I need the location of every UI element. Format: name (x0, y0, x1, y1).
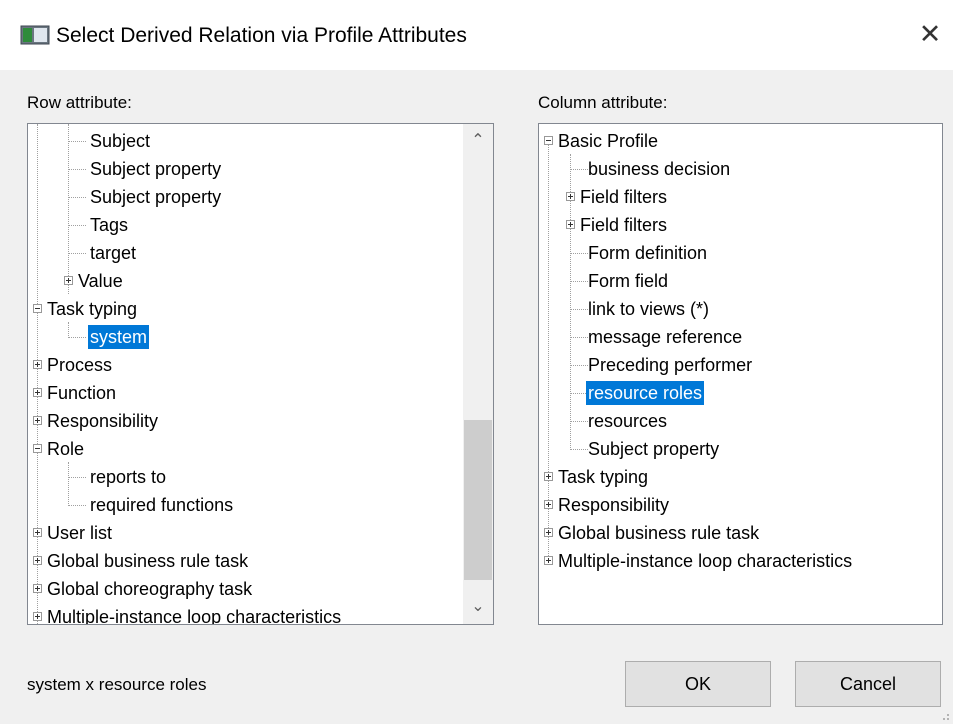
tree-item[interactable]: User list (45, 521, 114, 545)
tree-item[interactable]: Subject property (586, 437, 721, 461)
expand-plus-icon[interactable] (544, 528, 553, 537)
expand-plus-icon[interactable] (33, 416, 42, 425)
expand-plus-icon[interactable] (544, 500, 553, 509)
row-attribute-label: Row attribute: (27, 93, 132, 112)
scroll-thumb[interactable] (464, 420, 492, 580)
tree-item[interactable]: Responsibility (556, 493, 671, 517)
expand-plus-icon[interactable] (33, 388, 42, 397)
tree-item[interactable]: reports to (88, 465, 168, 489)
tree-item[interactable]: Field filters (578, 185, 669, 209)
tree-item[interactable]: Responsibility (45, 409, 160, 433)
expand-plus-icon[interactable] (33, 528, 42, 537)
row-attribute-tree[interactable]: Subject Subject property Subject propert… (27, 123, 494, 625)
tree-item[interactable]: Subject property (88, 157, 223, 181)
expand-plus-icon[interactable] (566, 220, 575, 229)
tree-item-selected[interactable]: system (88, 325, 150, 349)
tree-item[interactable]: Subject property (88, 185, 223, 209)
tree-item[interactable]: link to views (*) (586, 297, 711, 321)
tree-item[interactable]: Subject (88, 129, 152, 153)
dialog-title: Select Derived Relation via Profile Attr… (56, 24, 467, 47)
ok-button[interactable]: OK (625, 661, 771, 707)
tree-item[interactable]: Role (45, 437, 86, 461)
selection-status: system x resource roles (27, 675, 207, 694)
tree-item[interactable]: Global choreography task (45, 577, 254, 601)
tree-item[interactable]: Form field (586, 269, 670, 293)
tree-item[interactable]: Task typing (556, 465, 650, 489)
tree-item[interactable]: message reference (586, 325, 744, 349)
collapse-minus-icon[interactable] (33, 444, 42, 453)
close-icon: ✕ (918, 19, 942, 49)
tree-item[interactable]: Task typing (45, 297, 139, 321)
tree-item[interactable]: Global business rule task (45, 549, 250, 573)
tree-item-selected[interactable]: resource roles (586, 381, 705, 405)
title-bar: Select Derived Relation via Profile Attr… (0, 0, 953, 70)
expand-plus-icon[interactable] (33, 612, 42, 621)
tree-item[interactable]: Multiple-instance loop characteristics (556, 549, 854, 573)
collapse-minus-icon[interactable] (33, 304, 42, 313)
tree-item[interactable]: resources (586, 409, 669, 433)
close-button[interactable]: ✕ (907, 12, 953, 56)
tree-item[interactable]: Preceding performer (586, 353, 754, 377)
column-attribute-tree[interactable]: Basic Profile business decision Field fi… (538, 123, 943, 625)
tree-item[interactable]: Function (45, 381, 118, 405)
expand-plus-icon[interactable] (544, 556, 553, 565)
column-attribute-label: Column attribute: (538, 93, 668, 112)
vertical-scrollbar[interactable]: ⌃ ⌄ (463, 124, 493, 624)
tree-item[interactable]: required functions (88, 493, 235, 517)
tree-item[interactable]: business decision (586, 157, 732, 181)
collapse-minus-icon[interactable] (544, 136, 553, 145)
tree-item[interactable]: Tags (88, 213, 130, 237)
tree-item[interactable]: Field filters (578, 213, 669, 237)
scroll-down-arrow-icon[interactable]: ⌄ (463, 592, 493, 622)
tree-item[interactable]: Basic Profile (556, 129, 660, 153)
tree-item[interactable]: Multiple-instance loop characteristics (45, 605, 343, 624)
expand-plus-icon[interactable] (64, 276, 73, 285)
tree-item[interactable]: Form definition (586, 241, 709, 265)
expand-plus-icon[interactable] (33, 584, 42, 593)
tree-item[interactable]: Process (45, 353, 114, 377)
expand-plus-icon[interactable] (566, 192, 575, 201)
tree-item[interactable]: Value (76, 269, 125, 293)
expand-plus-icon[interactable] (33, 360, 42, 369)
cancel-button[interactable]: Cancel (795, 661, 941, 707)
expand-plus-icon[interactable] (544, 472, 553, 481)
app-icon (20, 25, 50, 45)
tree-item[interactable]: target (88, 241, 138, 265)
expand-plus-icon[interactable] (33, 556, 42, 565)
scroll-up-arrow-icon[interactable]: ⌃ (463, 126, 493, 156)
resize-grip-icon[interactable] (940, 711, 950, 721)
tree-item[interactable]: Global business rule task (556, 521, 761, 545)
